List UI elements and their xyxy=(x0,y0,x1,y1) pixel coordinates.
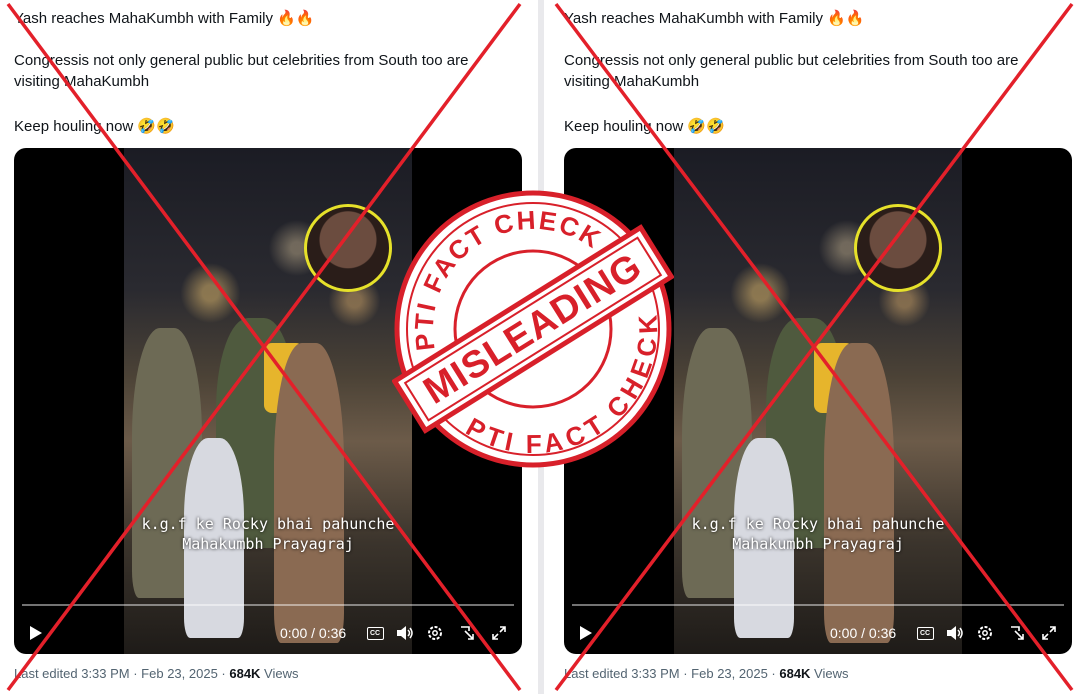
avatar xyxy=(854,204,942,292)
views-label: Views xyxy=(260,666,299,681)
video-caption-line2: Mahakumbh Prayagraj xyxy=(732,535,904,553)
video-controls: 0:00 / 0:36 CC xyxy=(564,618,1072,648)
tweet-edited-time: Last edited 3:33 PM · Feb 23, 2025 · xyxy=(564,666,780,681)
captions-icon[interactable]: CC xyxy=(914,622,936,644)
tweet-body-line1: Congressis not only general public but c… xyxy=(14,52,469,90)
play-icon[interactable] xyxy=(576,622,596,644)
captions-icon[interactable]: CC xyxy=(364,622,386,644)
volume-icon[interactable] xyxy=(944,622,966,644)
tweet-title: Yash reaches MahaKumbh with Family 🔥🔥 xyxy=(564,10,865,27)
settings-icon[interactable] xyxy=(974,622,996,644)
person-figure xyxy=(824,343,894,643)
person-figure xyxy=(274,343,344,643)
fullscreen-icon[interactable] xyxy=(488,622,510,644)
video-caption-line1: k.g.f ke Rocky bhai pahunche xyxy=(141,515,395,533)
minimize-icon[interactable] xyxy=(456,622,478,644)
volume-icon[interactable] xyxy=(394,622,416,644)
fullscreen-icon[interactable] xyxy=(1038,622,1060,644)
settings-icon[interactable] xyxy=(424,622,446,644)
tweet-meta: Last edited 3:33 PM · Feb 23, 2025 · 684… xyxy=(564,666,849,681)
video-caption-line2: Mahakumbh Prayagraj xyxy=(182,535,354,553)
video-time: 0:00 / 0:36 xyxy=(830,625,897,641)
avatar xyxy=(304,204,392,292)
tweet-title: Yash reaches MahaKumbh with Family 🔥🔥 xyxy=(14,10,315,27)
video-time: 0:00 / 0:36 xyxy=(280,625,347,641)
play-icon[interactable] xyxy=(26,622,46,644)
video-progress-bar[interactable] xyxy=(572,604,1064,606)
video-caption-line1: k.g.f ke Rocky bhai pahunche xyxy=(691,515,945,533)
tweet-body-line1: Congressis not only general public but c… xyxy=(564,52,1019,90)
tweet-edited-time: Last edited 3:33 PM · Feb 23, 2025 · xyxy=(14,666,230,681)
captions-label: CC xyxy=(916,626,934,640)
views-count: 684K xyxy=(229,666,261,681)
fact-check-stamp: PTI FACT CHECK PTI FACT CHECK MISLEADING xyxy=(392,188,674,470)
minimize-icon[interactable] xyxy=(1006,622,1028,644)
fact-check-collage: Yash reaches MahaKumbh with Family 🔥🔥 Co… xyxy=(0,0,1078,694)
video-controls: 0:00 / 0:36 CC xyxy=(14,618,522,648)
tweet-body-line2: Keep houling now 🤣🤣 xyxy=(564,118,725,135)
captions-label: CC xyxy=(366,626,384,640)
tweet-body-line2: Keep houling now 🤣🤣 xyxy=(14,118,175,135)
views-label: Views xyxy=(810,666,849,681)
video-progress-bar[interactable] xyxy=(22,604,514,606)
tweet-meta: Last edited 3:33 PM · Feb 23, 2025 · 684… xyxy=(14,666,299,681)
views-count: 684K xyxy=(779,666,811,681)
